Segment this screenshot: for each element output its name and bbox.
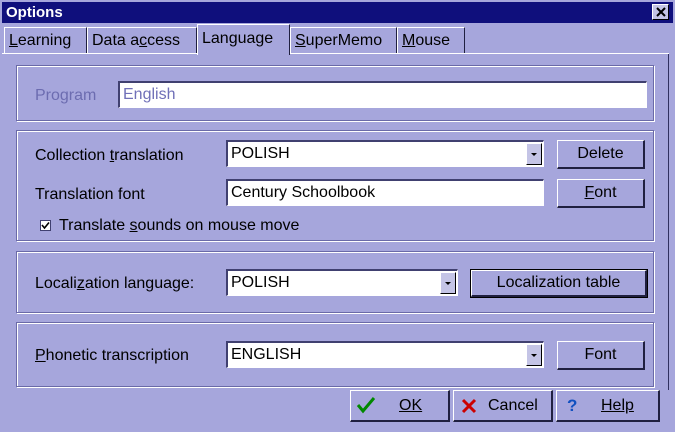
translation-font-field[interactable]: Century Schoolbook — [226, 179, 544, 206]
phonetic-transcription-select[interactable]: ENGLISH — [226, 341, 544, 368]
localization-language-select[interactable]: POLISH — [226, 269, 458, 296]
help-label: Help — [601, 397, 634, 414]
label-mnemonic: s — [129, 217, 138, 234]
close-button[interactable] — [652, 4, 669, 20]
options-dialog: Options Learning Data access Language Su… — [0, 0, 675, 432]
ok-label: OK — [399, 397, 423, 414]
title-bar[interactable]: Options — [2, 2, 673, 23]
phonetic-font-button[interactable]: Font — [557, 341, 645, 370]
tab-mnemonic: c — [139, 32, 148, 49]
tab-mnemonic: S — [295, 32, 306, 49]
window-title: Options — [6, 4, 63, 21]
chevron-down-icon[interactable] — [526, 143, 542, 165]
localization-language-label: Localization language: — [35, 275, 194, 293]
translation-font-label: Translation font — [35, 186, 145, 203]
tab-mnemonic: L — [9, 32, 18, 49]
label-text: ounds on mouse move — [137, 217, 300, 234]
translate-sounds-checkbox[interactable] — [40, 220, 51, 231]
tab-supermemo[interactable]: SuperMemo — [290, 27, 397, 53]
tab-data-access[interactable]: Data access — [87, 27, 197, 53]
tab-learning[interactable]: Learning — [4, 27, 87, 53]
tab-language[interactable]: Language — [197, 24, 290, 55]
tab-divider — [2, 53, 669, 54]
selected-value: POLISH — [231, 274, 290, 291]
tab-label: Data a — [92, 32, 140, 49]
localization-table-button[interactable]: Localization table — [470, 269, 648, 298]
tab-label: Language — [202, 30, 274, 47]
label-mnemonic: z — [76, 275, 85, 292]
label-mnemonic: P — [35, 347, 46, 364]
delete-button[interactable]: Delete — [557, 140, 645, 169]
collection-translation-label: Collection translation — [35, 147, 184, 165]
label-text: ation language: — [84, 275, 195, 292]
translate-sounds-label[interactable]: Translate sounds on mouse move — [59, 217, 299, 235]
tab-mnemonic: M — [402, 32, 416, 49]
button-mnemonic: F — [584, 184, 595, 201]
cancel-button[interactable]: Cancel — [453, 390, 553, 422]
label-text: Locali — [35, 275, 77, 292]
checkmark-icon — [356, 397, 376, 414]
tab-mouse[interactable]: Mouse — [397, 27, 465, 53]
translation-font-button[interactable]: Font — [557, 179, 645, 208]
button-label: ont — [594, 184, 617, 201]
ok-button[interactable]: OK — [350, 390, 450, 422]
phonetic-transcription-label: Phonetic transcription — [35, 347, 189, 365]
label-text: honetic transcription — [45, 347, 189, 364]
help-icon: ? — [567, 396, 578, 415]
tab-label: uperMemo — [305, 32, 383, 49]
tab-label: cess — [147, 32, 181, 49]
cancel-label: Cancel — [488, 397, 538, 414]
label-text: ranslation — [114, 147, 184, 164]
collection-translation-select[interactable]: POLISH — [226, 140, 544, 167]
chevron-down-icon[interactable] — [440, 272, 456, 294]
tab-label: earning — [17, 32, 72, 49]
label-text: Collection — [35, 147, 110, 164]
close-icon — [656, 7, 666, 17]
checkmark-icon — [41, 221, 50, 230]
help-button[interactable]: ? Help — [556, 390, 660, 422]
program-field[interactable]: English — [118, 81, 647, 108]
tab-panel-edge — [668, 53, 669, 390]
program-label: Program — [35, 87, 97, 104]
tab-label: ouse — [415, 32, 451, 49]
cancel-icon — [461, 398, 477, 414]
label-text: Translate — [59, 217, 130, 234]
selected-value: POLISH — [231, 145, 290, 162]
selected-value: ENGLISH — [231, 346, 302, 363]
chevron-down-icon[interactable] — [526, 344, 542, 366]
